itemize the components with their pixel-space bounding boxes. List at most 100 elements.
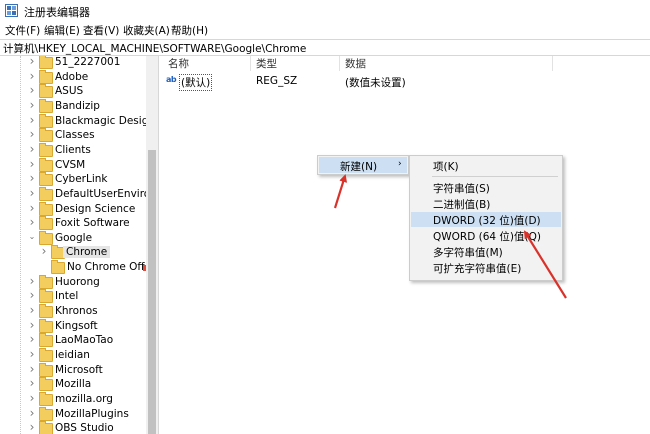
tree-item[interactable]: ⌄ Google — [0, 230, 146, 246]
chevron-right-icon[interactable]: › — [27, 83, 37, 97]
tree-item[interactable]: › 51_2227001 — [0, 56, 146, 70]
tree-item[interactable]: No Chrome Offer — [0, 260, 155, 275]
tree-item[interactable]: › OBS Studio — [0, 420, 146, 434]
chevron-right-icon[interactable]: › — [27, 406, 37, 420]
menu-bar: 文件(F) 编辑(E) 查看(V) 收藏夹(A) 帮助(H) — [0, 22, 650, 39]
tree-item-label: Blackmagic Design — [55, 114, 156, 127]
chevron-right-icon[interactable]: › — [27, 391, 37, 405]
tree-item-label: Design Science — [55, 202, 136, 215]
chevron-right-icon[interactable]: › — [27, 288, 37, 302]
chevron-right-icon[interactable]: › — [27, 186, 37, 200]
value-name[interactable]: (默认) — [179, 74, 213, 91]
folder-icon — [39, 406, 53, 421]
column-type-header[interactable]: 类型 — [256, 56, 277, 70]
tree-item[interactable]: › mozilla.org — [0, 391, 146, 407]
tree-item[interactable]: › ASUS — [0, 83, 146, 99]
chevron-right-icon[interactable]: › — [27, 420, 37, 434]
tree-scroll-thumb[interactable] — [148, 150, 156, 434]
folder-icon — [39, 69, 53, 84]
tree-item[interactable]: › Chrome — [0, 244, 146, 260]
folder-icon — [39, 216, 53, 231]
tree-item[interactable]: › Clients — [0, 142, 146, 158]
submenu-item-multi-string[interactable]: 多字符串值(M) — [411, 244, 561, 259]
address-path[interactable]: 计算机\HKEY_LOCAL_MACHINE\SOFTWARE\Google\C… — [3, 41, 306, 56]
tree-item[interactable]: › leidian — [0, 347, 146, 363]
tree-item[interactable]: › DefaultUserEnvironme — [0, 186, 158, 202]
folder-icon — [39, 98, 53, 113]
submenu-item-label: DWORD (32 位)值(D) — [433, 215, 541, 227]
menu-view[interactable]: 查看(V) — [83, 23, 119, 38]
menu-separator — [432, 176, 558, 177]
menu-edit[interactable]: 编辑(E) — [44, 23, 80, 38]
menu-file[interactable]: 文件(F) — [5, 23, 40, 38]
chevron-right-icon[interactable]: › — [27, 332, 37, 346]
folder-icon — [39, 157, 53, 172]
menu-item-new-label: 新建(N) — [340, 161, 378, 173]
column-data-header[interactable]: 数据 — [345, 56, 366, 70]
tree-item[interactable]: › LaoMaoTao — [0, 332, 146, 348]
tree-item-label: Adobe — [55, 70, 89, 83]
registry-tree[interactable]: › 51_2227001 › Adobe › ASUS › Bandizip › Blackmag… — [0, 56, 159, 434]
folder-icon — [39, 289, 53, 304]
chevron-right-icon[interactable]: › — [27, 127, 37, 141]
submenu-item-qword[interactable]: QWORD (64 位)值(Q) — [411, 228, 561, 243]
menu-favorites[interactable]: 收藏夹(A) — [123, 23, 170, 38]
new-submenu: 项(K) 字符串值(S) 二进制值(B) DWORD (32 位)值(D) QW… — [409, 155, 563, 281]
title-bar: 注册表编辑器 — [0, 0, 650, 22]
address-bar[interactable]: 计算机\HKEY_LOCAL_MACHINE\SOFTWARE\Google\C… — [0, 39, 650, 56]
chevron-right-icon[interactable]: › — [27, 98, 37, 112]
column-divider[interactable] — [552, 56, 553, 71]
column-divider[interactable] — [250, 56, 251, 71]
chevron-right-icon[interactable]: › — [27, 69, 37, 83]
chevron-down-icon[interactable]: ⌄ — [27, 232, 37, 241]
submenu-item-key[interactable]: 项(K) — [411, 158, 561, 173]
chevron-right-icon[interactable]: › — [27, 376, 37, 390]
submenu-item-binary[interactable]: 二进制值(B) — [411, 196, 561, 211]
tree-item[interactable]: › Foxit Software — [0, 215, 146, 231]
tree-item[interactable]: › Khronos — [0, 303, 146, 319]
tree-item[interactable]: › Blackmagic Design — [0, 113, 155, 129]
tree-item[interactable]: › Adobe — [0, 69, 146, 85]
tree-item[interactable]: › Microsoft — [0, 362, 146, 378]
menu-item-new[interactable]: 新建(N) › — [319, 157, 407, 173]
submenu-item-label: 可扩充字符串值(E) — [433, 263, 522, 275]
tree-item-label: leidian — [55, 349, 90, 361]
chevron-right-icon[interactable]: › — [27, 113, 37, 127]
submenu-item-dword[interactable]: DWORD (32 位)值(D) — [411, 212, 561, 227]
value-row[interactable]: ab (默认) REG_SZ (数值未设置) — [162, 74, 650, 91]
column-name-header[interactable]: 名称 — [168, 56, 189, 70]
folder-icon — [39, 56, 53, 69]
tree-item[interactable]: › Classes — [0, 127, 146, 143]
chevron-right-icon[interactable]: › — [27, 201, 37, 215]
tree-item[interactable]: › Design Science — [0, 201, 146, 217]
chevron-right-icon[interactable]: › — [27, 362, 37, 376]
tree-item-label: OBS Studio — [55, 422, 114, 434]
column-divider[interactable] — [339, 56, 340, 71]
chevron-right-icon[interactable]: › — [27, 171, 37, 185]
tree-item[interactable]: › CVSM — [0, 157, 146, 173]
tree-item[interactable]: › Intel — [0, 288, 146, 304]
tree-item-label: Bandizip — [55, 99, 100, 112]
chevron-right-icon[interactable]: › — [39, 244, 49, 258]
tree-item[interactable]: › Mozilla — [0, 376, 146, 392]
chevron-right-icon[interactable]: › — [27, 274, 37, 288]
chevron-right-icon[interactable]: › — [27, 157, 37, 171]
chevron-right-icon[interactable]: › — [27, 318, 37, 332]
tree-item[interactable]: › Bandizip — [0, 98, 146, 114]
tree-item-label: Chrome — [63, 246, 111, 259]
chevron-right-icon[interactable]: › — [27, 303, 37, 317]
values-pane[interactable]: 名称 类型 数据 ab (默认) REG_SZ (数值未设置) — [162, 56, 650, 434]
tree-item-label: LaoMaoTao — [55, 334, 114, 347]
submenu-item-string[interactable]: 字符串值(S) — [411, 180, 561, 195]
tree-item[interactable]: › Kingsoft — [0, 318, 146, 334]
chevron-right-icon[interactable]: › — [27, 56, 37, 68]
tree-item[interactable]: › Huorong — [0, 274, 146, 290]
chevron-right-icon[interactable]: › — [27, 142, 37, 156]
submenu-item-expandable-string[interactable]: 可扩充字符串值(E) — [411, 260, 561, 275]
tree-item[interactable]: › CyberLink — [0, 171, 146, 187]
folder-icon — [39, 362, 53, 377]
tree-item[interactable]: › MozillaPlugins — [0, 406, 146, 422]
menu-help[interactable]: 帮助(H) — [171, 23, 208, 38]
chevron-right-icon[interactable]: › — [27, 215, 37, 229]
chevron-right-icon[interactable]: › — [27, 347, 37, 361]
